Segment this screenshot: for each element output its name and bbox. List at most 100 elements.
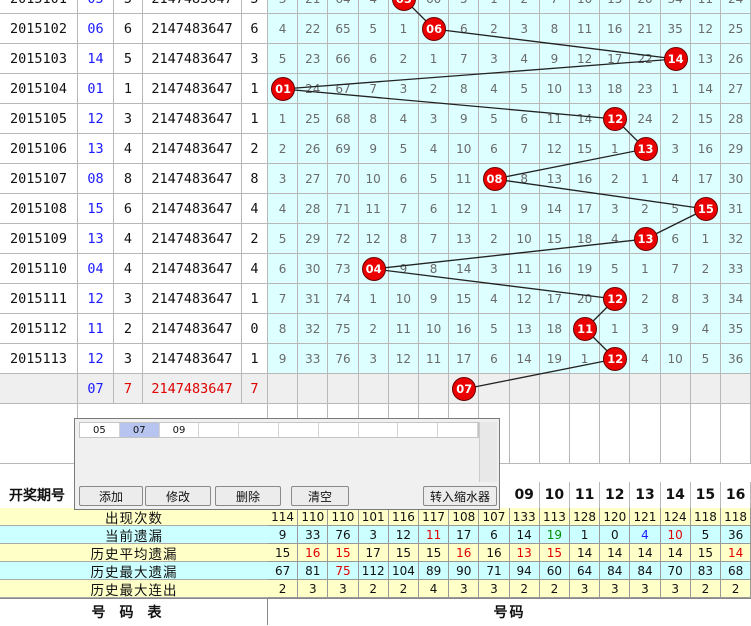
digit-cell: 2: [630, 284, 661, 314]
digit-cell: 26: [298, 134, 329, 164]
code-cell: 15: [78, 194, 114, 224]
selected-number-chip[interactable]: 09: [160, 423, 200, 437]
popup-scrollbar[interactable]: [479, 422, 497, 482]
digit-cell: 8: [449, 74, 480, 104]
selected-number-chip[interactable]: [279, 423, 319, 437]
selected-number-chip[interactable]: [239, 423, 279, 437]
digit-cell: [419, 374, 450, 404]
digit-cell: 6: [449, 14, 480, 44]
stat-value-cell: 14: [600, 544, 631, 562]
stat-value-cell: 117: [419, 508, 450, 526]
digit-cell: 66: [328, 44, 359, 74]
stat-value-cell: 15: [419, 544, 450, 562]
digit-cell: 4: [268, 14, 299, 44]
digit-cell: 65: [328, 14, 359, 44]
digit-cell: 17: [600, 44, 631, 74]
digit-cell: 34: [660, 0, 691, 14]
digit-cell: 67: [328, 74, 359, 104]
hit-ball: 14: [663, 47, 688, 71]
stat-value-cell: 15: [539, 544, 570, 562]
digit-cell: 6: [479, 344, 510, 374]
stat-value-cell: 16: [479, 544, 510, 562]
value-cell: 2147483647: [143, 104, 242, 134]
code-cell: 12: [78, 104, 114, 134]
stat-value-cell: 124: [660, 508, 691, 526]
number-header-cell: 10: [540, 482, 570, 508]
last-cell: 6: [242, 14, 268, 44]
selected-number-chip[interactable]: [438, 423, 478, 437]
digit-cell: 5: [358, 14, 389, 44]
digit-cell: 6: [388, 164, 419, 194]
digit-cell: 2: [358, 314, 389, 344]
digit-cell: 12: [449, 194, 480, 224]
last-cell: 4: [242, 254, 268, 284]
transfer-to-filter-button[interactable]: 转入缩水器: [423, 486, 497, 506]
blank-digit-cell: [570, 404, 601, 464]
selected-number-chip[interactable]: 07: [119, 423, 160, 437]
digit-cell: 16: [449, 314, 480, 344]
selected-number-chip[interactable]: [199, 423, 240, 437]
stat-value-cell: 75: [328, 562, 359, 580]
digit-cell: 5: [600, 254, 631, 284]
digit-cell: 16: [600, 14, 631, 44]
add-button[interactable]: 添加: [79, 486, 143, 506]
code-cell: 12: [78, 284, 114, 314]
selected-numbers-list[interactable]: 05 07 09: [79, 422, 479, 438]
digit-cell: 12: [539, 134, 570, 164]
stat-value-cell: 104: [388, 562, 419, 580]
blank-digit-cell: [630, 404, 661, 464]
value-cell: 2147483647: [143, 44, 242, 74]
code-cell: 13: [78, 224, 114, 254]
value-cell: 2147483647: [143, 284, 242, 314]
stat-value-cell: 0: [600, 526, 631, 544]
digit-cell: 64: [328, 0, 359, 14]
digit-cell: 14: [449, 254, 480, 284]
digit-cell: 5: [509, 74, 540, 104]
digit-cell: 4: [479, 284, 510, 314]
code-cell: 06: [78, 14, 114, 44]
digit-cell: 12: [358, 224, 389, 254]
clear-button[interactable]: 清空: [291, 486, 349, 506]
selected-number-chip[interactable]: [359, 423, 399, 437]
digit-cell: 6: [479, 134, 510, 164]
digit-cell: [630, 374, 661, 404]
digit-cell: 5: [268, 224, 299, 254]
code-cell: 08: [78, 164, 114, 194]
digit-cell: 2: [268, 134, 299, 164]
period-cell: 2015105: [0, 104, 78, 134]
stat-value-cell: 3: [570, 580, 601, 598]
digit-cell: 1: [479, 194, 510, 224]
digit-cell: [298, 374, 329, 404]
digit-cell: 8: [509, 164, 540, 194]
edit-button[interactable]: 修改: [145, 486, 211, 506]
stat-value-cell: 108: [449, 508, 480, 526]
selected-number-chip[interactable]: 05: [80, 423, 120, 437]
digit-cell: 8: [358, 104, 389, 134]
delete-button[interactable]: 删除: [215, 486, 281, 506]
stat-value-cell: 118: [721, 508, 751, 526]
stat-row-label: 出现次数: [0, 508, 268, 527]
hit-ball: 15: [693, 197, 718, 221]
count-cell: 7: [114, 374, 143, 404]
digit-cell: 20: [570, 284, 601, 314]
stat-value-cell: 133: [509, 508, 540, 526]
digit-cell: 11: [358, 194, 389, 224]
selected-number-chip[interactable]: [398, 423, 439, 437]
digit-cell: 75: [328, 314, 359, 344]
digit-cell: 2: [660, 104, 691, 134]
digit-cell: 30: [298, 254, 329, 284]
count-cell: 3: [114, 344, 143, 374]
digit-cell: 4: [600, 224, 631, 254]
number-selector-popup: 05 07 09 添加 修改 删除 清空 转入缩水器: [74, 418, 500, 510]
code-cell: 12: [78, 344, 114, 374]
selected-number-chip[interactable]: [319, 423, 359, 437]
digit-cell: 24: [298, 74, 329, 104]
number-header-cell: 16: [721, 482, 751, 508]
code-cell: 05: [78, 0, 114, 14]
stat-value-cell: 83: [690, 562, 721, 580]
stat-value-cell: 33: [298, 526, 329, 544]
digit-cell: 10: [388, 284, 419, 314]
stat-value-cell: 15: [268, 544, 299, 562]
digit-cell: 1: [358, 284, 389, 314]
digit-cell: 11: [509, 254, 540, 284]
